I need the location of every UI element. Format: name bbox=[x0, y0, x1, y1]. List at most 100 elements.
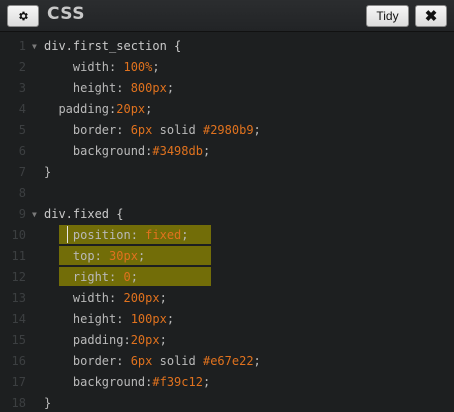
line-number: 18 bbox=[11, 396, 26, 410]
gear-icon bbox=[19, 11, 28, 21]
code-text: div.first_section { bbox=[44, 36, 181, 57]
token-punc: ; bbox=[202, 144, 211, 158]
code-text: border: 6px solid #2980b9; bbox=[44, 120, 261, 141]
token-punc: ; bbox=[159, 333, 167, 347]
line-number: 10 bbox=[11, 228, 26, 242]
code-text: top: 30px; bbox=[44, 246, 145, 267]
code-line[interactable]: 8 bbox=[0, 183, 454, 204]
token-prop: height: bbox=[44, 312, 131, 326]
panel-title: CSS bbox=[47, 4, 86, 24]
code-text: border: 6px solid #e67e22; bbox=[44, 351, 261, 372]
code-editor[interactable]: 1 ▼ div.first_section {2 width: 100%; 3 hei… bbox=[0, 32, 454, 412]
token-punc: ; bbox=[202, 375, 211, 389]
code-line[interactable]: 4 padding:20px; bbox=[0, 99, 454, 120]
line-number: 13 bbox=[11, 291, 26, 305]
code-line[interactable]: 15 padding:20px; bbox=[0, 330, 454, 351]
code-line[interactable]: 10 position: fixed; bbox=[0, 225, 454, 246]
line-number: 2 bbox=[18, 60, 26, 74]
token-val: 200px bbox=[123, 291, 160, 305]
code-line[interactable]: 2 width: 100%; bbox=[0, 57, 454, 78]
code-line[interactable]: 9 ▼ div.fixed { bbox=[0, 204, 454, 225]
token-val: #f39c12 bbox=[152, 375, 203, 389]
token-punc: ; bbox=[159, 291, 167, 305]
code-line[interactable]: 13 width: 200px; bbox=[0, 288, 454, 309]
code-text: padding:20px; bbox=[44, 330, 167, 351]
token-val: 20px bbox=[130, 333, 160, 347]
css-editor-panel: CSS Tidy ✖ 1 ▼ div.first_section { 2 width:… bbox=[0, 0, 454, 412]
token-punc: ; bbox=[137, 249, 146, 263]
line-number: 6 bbox=[18, 144, 26, 158]
fold-arrow-icon[interactable]: ▼ bbox=[32, 204, 37, 225]
token-val: #e67e22 bbox=[202, 354, 254, 368]
code-text: width: 200px; bbox=[44, 288, 167, 309]
token-punc: ; bbox=[181, 228, 189, 242]
line-number: 8 bbox=[18, 186, 26, 200]
code-line[interactable]: 6 background:#3498db; bbox=[0, 141, 454, 162]
code-text: position: fixed; bbox=[44, 225, 189, 246]
line-number: 4 bbox=[18, 102, 26, 116]
code-text: height: 800px; bbox=[44, 78, 174, 99]
fold-arrow-icon[interactable]: ▼ bbox=[32, 36, 37, 57]
close-button[interactable]: ✖ bbox=[415, 5, 447, 27]
panel-header: CSS Tidy ✖ bbox=[0, 0, 454, 32]
code-line[interactable]: 7} bbox=[0, 162, 454, 183]
settings-button[interactable] bbox=[7, 5, 39, 27]
token-punc: ; bbox=[130, 270, 138, 284]
token-val: #2980b9 bbox=[202, 123, 254, 137]
token-prop: border: bbox=[44, 354, 131, 368]
code-text: background:#f39c12; bbox=[44, 372, 210, 393]
line-number: 11 bbox=[11, 249, 26, 263]
code-line[interactable]: 5 border: 6px solid #2980b9; bbox=[0, 120, 454, 141]
code-line[interactable]: 11 top: 30px; bbox=[0, 246, 454, 267]
token-punc: } bbox=[44, 396, 52, 410]
token-prop: width: bbox=[44, 291, 124, 305]
line-number: 5 bbox=[18, 123, 26, 137]
line-number: 16 bbox=[11, 354, 26, 368]
code-line[interactable]: 1 ▼ div.first_section { bbox=[0, 36, 454, 57]
token-val: fixed bbox=[145, 228, 182, 242]
tidy-button[interactable]: Tidy bbox=[366, 5, 409, 27]
token-punc: ; bbox=[253, 354, 261, 368]
token-val: 20px bbox=[116, 102, 146, 116]
token-val: 6px bbox=[130, 354, 153, 368]
token-sel: div.first_section { bbox=[44, 39, 182, 53]
code-text: right: 0; bbox=[44, 267, 138, 288]
line-number: 17 bbox=[11, 375, 26, 389]
token-punc: ; bbox=[152, 60, 160, 74]
token-prop: solid bbox=[152, 123, 203, 137]
code-line[interactable]: 3 height: 800px; bbox=[0, 78, 454, 99]
token-punc: ; bbox=[253, 123, 261, 137]
token-val: #3498db bbox=[152, 144, 203, 158]
token-val: 6px bbox=[130, 123, 153, 137]
code-text: } bbox=[44, 393, 51, 412]
code-line[interactable]: 14 height: 100px; bbox=[0, 309, 454, 330]
token-prop: height: bbox=[44, 81, 131, 95]
code-line[interactable]: 16 border: 6px solid #e67e22; bbox=[0, 351, 454, 372]
line-number: 14 bbox=[11, 312, 26, 326]
token-val: 800px bbox=[130, 81, 167, 95]
code-text: padding:20px; bbox=[44, 99, 152, 120]
token-val: 100px bbox=[130, 312, 167, 326]
token-prop: right: bbox=[44, 270, 124, 284]
code-line[interactable]: 17 background:#f39c12; bbox=[0, 372, 454, 393]
token-val: 0 bbox=[123, 270, 131, 284]
token-prop: width: bbox=[44, 60, 124, 74]
token-punc: } bbox=[44, 165, 52, 179]
token-prop: padding: bbox=[44, 333, 131, 347]
code-text: width: 100%; bbox=[44, 57, 160, 78]
token-prop: background: bbox=[44, 144, 153, 158]
line-number: 1 bbox=[18, 39, 26, 53]
line-number: 3 bbox=[18, 81, 26, 95]
line-number: 7 bbox=[18, 165, 26, 179]
token-prop: solid bbox=[152, 354, 203, 368]
code-line[interactable]: 18} bbox=[0, 393, 454, 412]
token-prop: position: bbox=[44, 228, 146, 242]
text-cursor bbox=[67, 226, 68, 243]
token-punc: ; bbox=[166, 81, 175, 95]
token-prop: top: bbox=[44, 249, 110, 263]
code-line[interactable]: 12 right: 0; bbox=[0, 267, 454, 288]
token-val: 30px bbox=[109, 249, 138, 263]
code-text: background:#3498db; bbox=[44, 141, 210, 162]
token-punc: ; bbox=[166, 312, 175, 326]
line-number: 15 bbox=[11, 333, 26, 347]
